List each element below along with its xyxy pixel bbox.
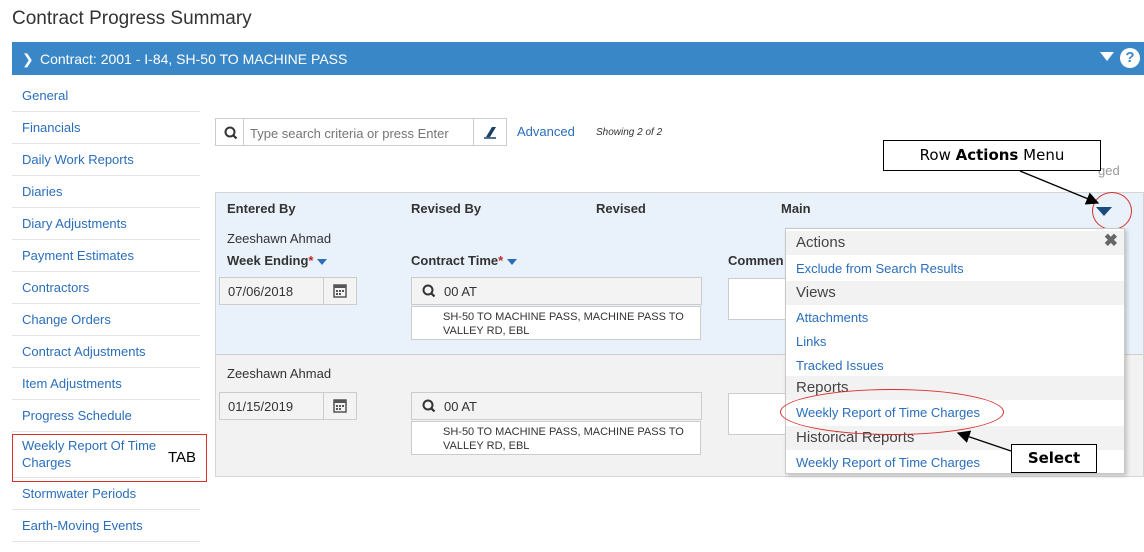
callout-text: Menu [1018,146,1065,164]
entered-by-value: Zeeshawn Ahmad [227,366,332,381]
week-ending-value: 01/15/2019 [228,399,294,414]
contract-time-field[interactable]: 00 AT [411,392,702,420]
search-icon[interactable] [420,398,438,414]
sidebar-item-contractors[interactable]: Contractors [12,272,200,304]
row-actions-menu: Actions ✖ Exclude from Search Results Vi… [785,228,1125,474]
contract-time-field[interactable]: 00 AT [411,277,702,305]
changed-label-fragment: ged [1098,163,1120,178]
contract-time-value: 00 AT [444,284,478,299]
contract-time-label: Contract Time* [411,253,518,268]
required-marker: * [498,253,504,268]
caret-down-icon[interactable] [1100,52,1114,61]
callout-bold-text: Actions [955,146,1019,164]
sidebar-item-contract-adjustments[interactable]: Contract Adjustments [12,336,200,368]
sidebar-item-payment-estimates[interactable]: Payment Estimates [12,240,200,272]
search-icon[interactable] [420,283,438,299]
row-actions-menu-callout: Row Actions Menu [883,140,1101,171]
column-header-main[interactable]: Main [781,201,811,216]
select-callout: Select [1011,444,1097,473]
advanced-search-link[interactable]: Advanced [517,124,575,139]
caret-down-icon[interactable] [317,258,328,265]
sidebar-item-item-adjustments[interactable]: Item Adjustments [12,368,200,400]
calendar-icon[interactable] [323,278,356,304]
sidebar-item-financials[interactable]: Financials [12,112,200,144]
callout-text: Row [919,146,956,164]
row-actions-highlight-circle [1092,192,1132,230]
calendar-icon[interactable] [323,393,356,419]
page-title: Contract Progress Summary [12,8,252,29]
help-icon[interactable]: ? [1120,48,1140,68]
result-count: Showing 2 of 2 [596,127,663,138]
week-ending-field[interactable]: 07/06/2018 [219,277,357,305]
sidebar-item-diary-adjustments[interactable]: Diary Adjustments [12,208,200,240]
contract-time-text: Contract Time [411,253,499,268]
column-header-entered-by[interactable]: Entered By [227,201,296,216]
search-icon[interactable] [222,125,240,141]
week-ending-label: Week Ending* [227,253,328,268]
menu-item-links[interactable]: Links [796,334,826,349]
menu-item-attachments[interactable]: Attachments [796,310,868,325]
menu-item-exclude-from-search[interactable]: Exclude from Search Results [796,261,964,276]
search-bar[interactable] [215,118,507,146]
menu-group-actions: Actions [786,231,1124,255]
comments-label: Commen [728,253,784,268]
close-icon[interactable]: ✖ [1104,231,1118,251]
week-ending-value: 07/06/2018 [228,284,294,299]
entered-by-value: Zeeshawn Ahmad [227,231,332,246]
menu-item-tracked-issues[interactable]: Tracked Issues [796,358,884,373]
week-ending-text: Week Ending [227,253,309,268]
select-highlight-ellipse [780,389,1004,435]
menu-group-views: Views [786,281,1124,305]
contract-time-description: SH-50 TO MACHINE PASS, MACHINE PASS TO V… [411,421,701,455]
contract-title: Contract: 2001 - I-84, SH-50 TO MACHINE … [40,51,348,67]
sidebar-item-change-orders[interactable]: Change Orders [12,304,200,336]
sidebar-item-earth-moving-events[interactable]: Earth-Moving Events [12,510,200,542]
required-marker: * [308,253,314,268]
sidebar-item-general[interactable]: General [12,80,200,112]
chevron-down-icon[interactable]: ❯ [22,51,34,68]
callout-bold-text: Select [1027,449,1081,467]
contract-time-description: SH-50 TO MACHINE PASS, MACHINE PASS TO V… [411,306,701,340]
sidebar-item-diaries[interactable]: Diaries [12,176,200,208]
search-input[interactable] [248,122,472,144]
column-header-revised[interactable]: Revised [596,201,646,216]
contract-header-bar[interactable]: ❯ Contract: 2001 - I-84, SH-50 TO MACHIN… [12,42,1144,75]
sidebar-item-progress-schedule[interactable]: Progress Schedule [12,400,200,432]
sidebar-item-stormwater-periods[interactable]: Stormwater Periods [12,478,200,510]
contract-time-value: 00 AT [444,399,478,414]
sidebar-item-daily-work-reports[interactable]: Daily Work Reports [12,144,200,176]
menu-item-historical-weekly-report[interactable]: Weekly Report of Time Charges [796,455,980,470]
caret-down-icon[interactable] [507,258,518,265]
tab-annotation-label: TAB [168,449,197,466]
week-ending-field[interactable]: 01/15/2019 [219,392,357,420]
column-header-revised-by[interactable]: Revised By [411,201,481,216]
eraser-icon[interactable] [473,119,506,145]
